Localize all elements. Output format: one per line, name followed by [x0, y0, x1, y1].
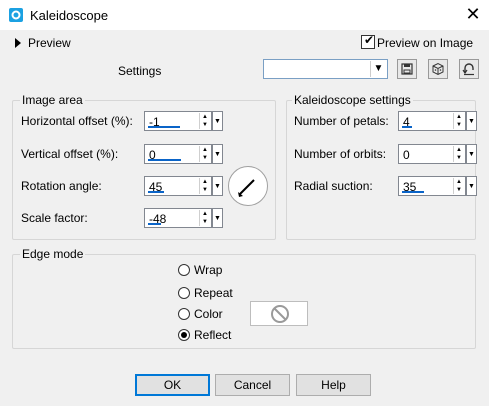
scale-factor-bar: [148, 223, 161, 225]
horizontal-offset-bar: [148, 126, 180, 128]
help-button[interactable]: Help: [296, 374, 371, 396]
edge-color-swatch[interactable]: [250, 301, 308, 326]
radial-suction-spinner[interactable]: 35 ▲ ▼ ▼: [398, 176, 477, 196]
number-of-petals-spinner[interactable]: 4 ▲ ▼ ▼: [398, 111, 477, 131]
dice-randomize-icon: [432, 62, 444, 76]
randomize-button[interactable]: [428, 59, 448, 79]
vertical-offset-spinner[interactable]: 0 ▲ ▼ ▼: [144, 144, 223, 164]
preview-expand-arrow-icon[interactable]: [15, 38, 21, 48]
edge-mode-repeat-radio[interactable]: [178, 287, 190, 299]
ok-button[interactable]: OK: [135, 374, 210, 396]
chevron-down-icon[interactable]: ▼: [370, 61, 386, 77]
spin-dropdown-icon[interactable]: ▼: [212, 144, 223, 164]
checkmark-icon: ✔: [364, 33, 375, 47]
edge-mode-wrap-radio[interactable]: [178, 264, 190, 276]
spin-dropdown-icon[interactable]: ▼: [212, 111, 223, 131]
settings-label: Settings: [118, 64, 162, 78]
no-color-icon: [271, 305, 289, 323]
kaleidoscope-settings-title: Kaleidoscope settings: [292, 93, 413, 107]
reset-icon: [462, 63, 474, 76]
edge-mode-group: [12, 254, 476, 349]
rotation-angle-label: Rotation angle:: [21, 179, 102, 193]
number-of-petals-bar: [402, 126, 412, 128]
spin-updown-icon[interactable]: ▲ ▼: [199, 178, 210, 194]
window-title: Kaleidoscope: [30, 8, 109, 23]
close-button[interactable]: ✕: [463, 4, 483, 24]
spin-dropdown-icon[interactable]: ▼: [212, 176, 223, 196]
spin-dropdown-icon[interactable]: ▼: [466, 144, 477, 164]
app-icon: [9, 8, 23, 22]
edge-mode-color-radio[interactable]: [178, 308, 190, 320]
edge-mode-color-label[interactable]: Color: [194, 307, 223, 321]
rotation-angle-bar: [148, 191, 164, 193]
vertical-offset-bar: [148, 159, 181, 161]
spin-updown-icon[interactable]: ▲ ▼: [199, 113, 210, 129]
edge-mode-reflect-label[interactable]: Reflect: [194, 328, 231, 342]
number-of-orbits-spinner[interactable]: 0 ▲ ▼ ▼: [398, 144, 477, 164]
spin-updown-icon[interactable]: ▲ ▼: [453, 178, 464, 194]
edge-mode-repeat-label[interactable]: Repeat: [194, 286, 233, 300]
spin-updown-icon[interactable]: ▲ ▼: [199, 146, 210, 162]
radial-suction-bar: [402, 191, 424, 193]
vertical-offset-label: Vertical offset (%):: [21, 147, 119, 161]
save-preset-button[interactable]: [397, 59, 417, 79]
rotation-angle-spinner[interactable]: 45 ▲ ▼ ▼: [144, 176, 223, 196]
image-area-title: Image area: [20, 93, 85, 107]
horizontal-offset-label: Horizontal offset (%):: [21, 114, 133, 128]
save-icon: [401, 63, 413, 75]
number-of-petals-label: Number of petals:: [294, 114, 389, 128]
edge-mode-title: Edge mode: [20, 247, 86, 261]
edge-mode-wrap-label[interactable]: Wrap: [194, 263, 222, 277]
horizontal-offset-spinner[interactable]: -1 ▲ ▼ ▼: [144, 111, 223, 131]
preview-label[interactable]: Preview: [28, 36, 71, 50]
spin-updown-icon[interactable]: ▲ ▼: [453, 113, 464, 129]
spin-updown-icon[interactable]: ▲ ▼: [453, 146, 464, 162]
scale-factor-spinner[interactable]: -48 ▲ ▼ ▼: [144, 208, 223, 228]
preview-on-image-checkbox[interactable]: ✔: [361, 33, 375, 49]
spin-updown-icon[interactable]: ▲ ▼: [199, 210, 210, 226]
spin-dropdown-icon[interactable]: ▼: [466, 111, 477, 131]
preview-on-image-label[interactable]: Preview on Image: [377, 36, 473, 50]
spin-dropdown-icon[interactable]: ▼: [466, 176, 477, 196]
number-of-orbits-label: Number of orbits:: [294, 147, 387, 161]
rotation-dial-needle-icon: [238, 179, 255, 197]
spin-dropdown-icon[interactable]: ▼: [212, 208, 223, 228]
edge-mode-reflect-radio[interactable]: [178, 329, 190, 341]
rotation-dial[interactable]: [228, 166, 268, 206]
number-of-orbits-value[interactable]: 0: [403, 148, 410, 162]
radial-suction-label: Radial suction:: [294, 179, 373, 193]
settings-combo[interactable]: ▼: [263, 59, 388, 79]
cancel-button[interactable]: Cancel: [215, 374, 290, 396]
reset-button[interactable]: [459, 59, 479, 79]
scale-factor-label: Scale factor:: [21, 211, 88, 225]
